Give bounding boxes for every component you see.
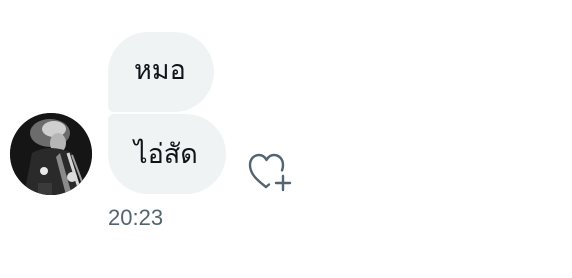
message-bubble[interactable]: หมอ bbox=[108, 32, 214, 112]
message-text: ไอ่สัด bbox=[134, 139, 198, 170]
message-timestamp: 20:23 bbox=[108, 205, 164, 230]
message-text: หมอ bbox=[134, 55, 186, 86]
add-reaction-button[interactable] bbox=[247, 151, 293, 193]
message-bubble[interactable]: ไอ่สัด bbox=[108, 114, 226, 194]
avatar-photo-icon bbox=[10, 113, 92, 195]
sender-avatar[interactable] bbox=[10, 113, 92, 195]
heart-plus-icon bbox=[248, 153, 292, 192]
dm-thread: หมอ ไอ่สัด 20:23 bbox=[0, 0, 572, 278]
